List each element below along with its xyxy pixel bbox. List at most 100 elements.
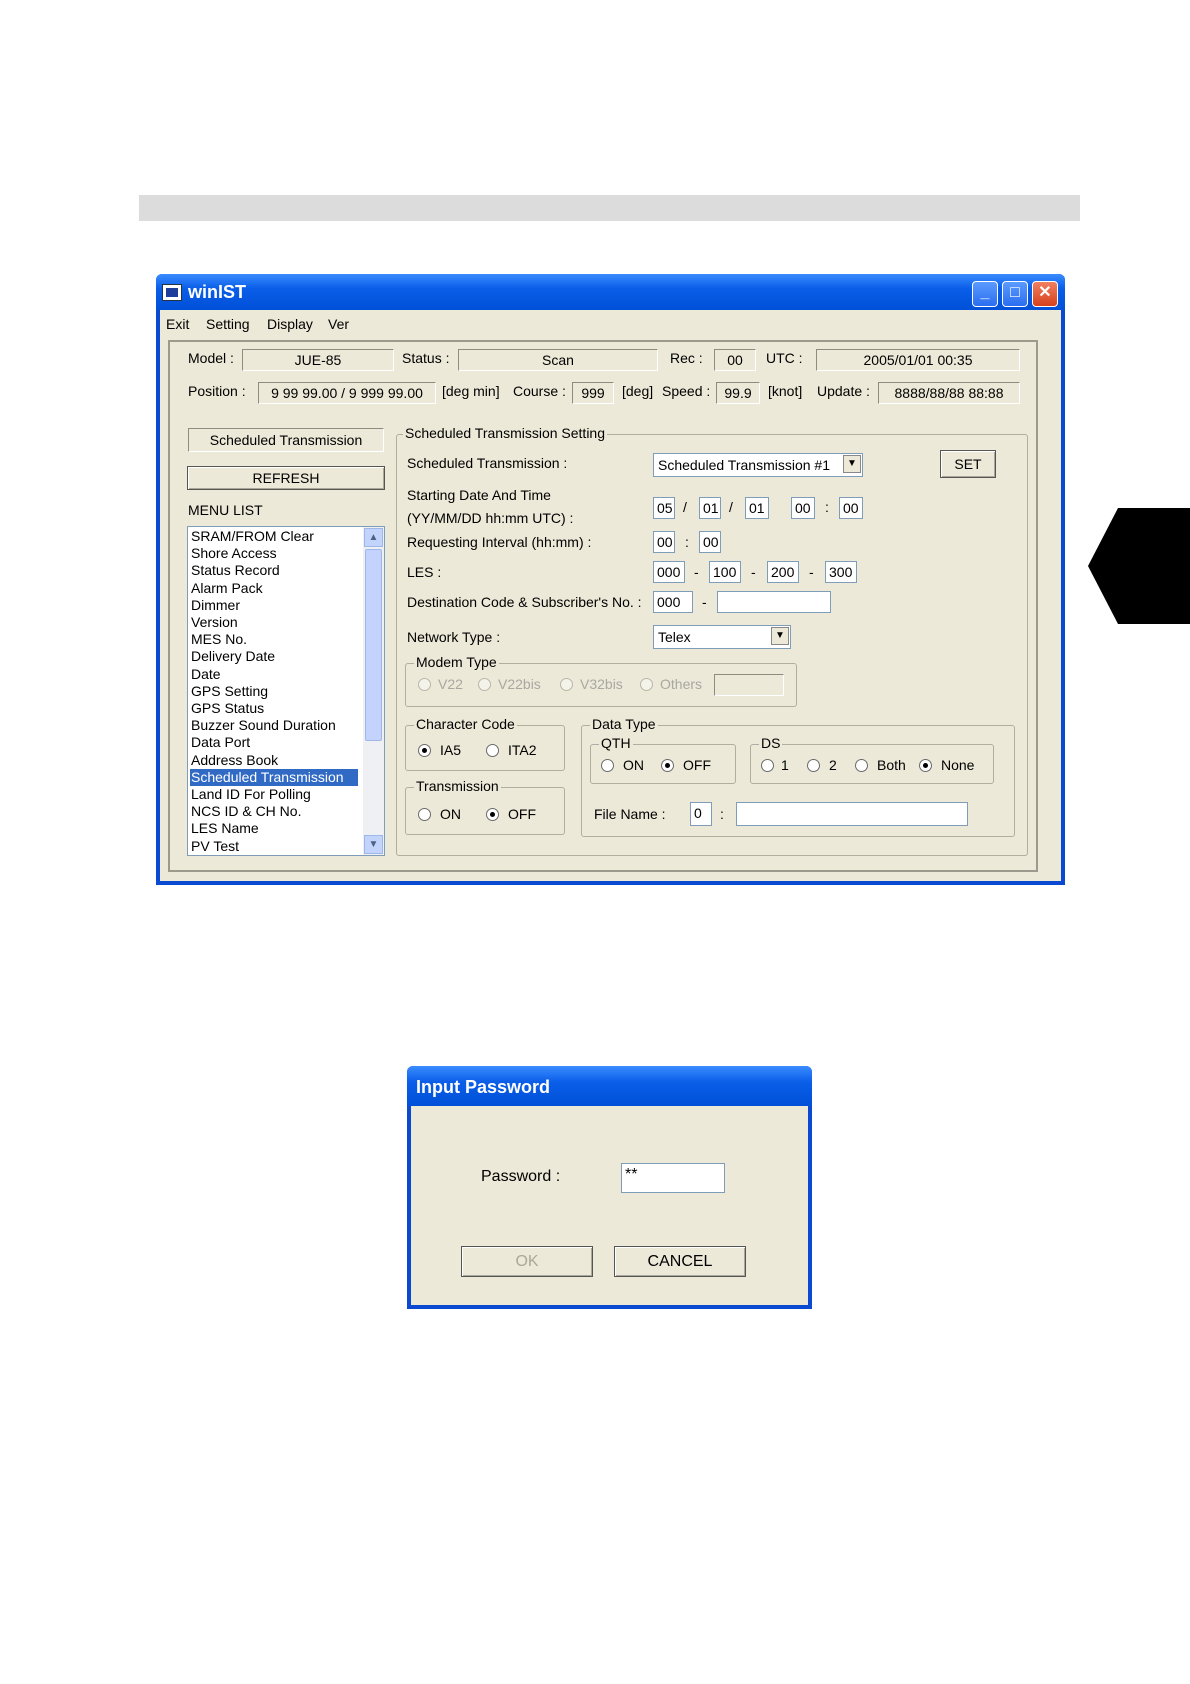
- cancel-button[interactable]: CANCEL: [614, 1246, 746, 1277]
- list-item[interactable]: Alarm Pack: [191, 580, 263, 597]
- list-item[interactable]: Delivery Date: [191, 648, 275, 665]
- list-item[interactable]: Data Port: [191, 734, 250, 751]
- modem-others-input[interactable]: [714, 674, 784, 696]
- menu-setting[interactable]: Setting: [206, 316, 250, 332]
- menu-exit[interactable]: Exit: [166, 316, 189, 332]
- network-select[interactable]: Telex ▼: [653, 625, 791, 649]
- ds-2-radio[interactable]: [807, 759, 820, 772]
- password-dialog: Input Password Password : ** OK CANCEL: [407, 1066, 812, 1309]
- char-ia5-radio[interactable]: [418, 744, 431, 757]
- rec-field: 00: [714, 349, 756, 371]
- scroll-thumb[interactable]: [365, 549, 382, 741]
- chevron-down-icon[interactable]: ▼: [771, 627, 789, 645]
- schedule-settings-title: Scheduled Transmission Setting: [403, 425, 607, 441]
- list-item[interactable]: Dimmer: [191, 597, 240, 614]
- scroll-up-icon[interactable]: ▲: [364, 528, 383, 547]
- list-item[interactable]: Scheduled Transmission: [190, 768, 358, 786]
- menu-ver[interactable]: Ver: [328, 316, 349, 332]
- speed-label: Speed :: [662, 383, 711, 399]
- chevron-down-icon[interactable]: ▼: [843, 455, 861, 473]
- qth-on-radio[interactable]: [601, 759, 614, 772]
- char-code-title: Character Code: [414, 716, 517, 732]
- utc-field: 2005/01/01 00:35: [816, 349, 1020, 371]
- modem-v22bis-radio[interactable]: [478, 678, 491, 691]
- course-unit: [deg]: [622, 383, 654, 399]
- list-item[interactable]: Land ID For Polling: [191, 786, 311, 803]
- les-input-1[interactable]: 000: [653, 561, 685, 583]
- ok-button[interactable]: OK: [461, 1246, 593, 1277]
- modem-type-group: Modem Type V22 V22bis V32bis Others: [405, 654, 797, 707]
- list-item[interactable]: Date: [191, 666, 221, 683]
- start-min-input[interactable]: 00: [839, 497, 863, 519]
- list-item[interactable]: Shore Access: [191, 545, 277, 562]
- list-item[interactable]: LES Name: [191, 820, 259, 837]
- les-input-3[interactable]: 200: [767, 561, 799, 583]
- list-item[interactable]: NCS ID & CH No.: [191, 803, 301, 820]
- qth-off-radio[interactable]: [661, 759, 674, 772]
- menu-list-label: MENU LIST: [188, 502, 263, 518]
- file-name-number-input[interactable]: 0: [690, 802, 712, 826]
- ds-1-radio[interactable]: [761, 759, 774, 772]
- title-bar[interactable]: winIST _ □ ✕: [156, 274, 1065, 310]
- close-icon[interactable]: ✕: [1032, 281, 1058, 307]
- modem-v32bis-radio[interactable]: [560, 678, 573, 691]
- list-item[interactable]: PV Test: [191, 838, 239, 855]
- interval-mm-input[interactable]: 00: [699, 531, 721, 553]
- les-input-2[interactable]: 100: [709, 561, 741, 583]
- qth-title: QTH: [599, 735, 633, 751]
- transmission-on-radio[interactable]: [418, 808, 431, 821]
- winist-window: winIST _ □ ✕ Exit Setting Display Ver Mo…: [156, 274, 1065, 885]
- list-item[interactable]: GPS Setting: [191, 683, 268, 700]
- section-tab-marker: [1088, 508, 1190, 624]
- list-item[interactable]: GPS Status: [191, 700, 264, 717]
- transmission-off-radio[interactable]: [486, 808, 499, 821]
- date-sep-1: /: [683, 499, 687, 515]
- scroll-down-icon[interactable]: ▼: [364, 835, 383, 854]
- rec-label: Rec :: [670, 350, 703, 366]
- list-item[interactable]: Status Record: [191, 562, 280, 579]
- char-ita2-radio[interactable]: [486, 744, 499, 757]
- menu-listbox[interactable]: SRAM/FROM Clear Shore Access Status Record…: [187, 526, 385, 856]
- modem-others-radio[interactable]: [640, 678, 653, 691]
- page-header-bar: [139, 195, 1080, 221]
- dialog-title-bar[interactable]: Input Password: [407, 1066, 812, 1106]
- password-input[interactable]: **: [621, 1163, 725, 1193]
- les-label: LES :: [407, 564, 442, 580]
- dialog-client-area: Password : ** OK CANCEL: [411, 1106, 808, 1305]
- qth-off-label: OFF: [683, 757, 711, 773]
- ds-none-radio[interactable]: [919, 759, 932, 772]
- menu-list-scrollbar[interactable]: ▲ ▼: [363, 527, 384, 855]
- set-button[interactable]: SET: [940, 450, 996, 478]
- start-mm-input[interactable]: 01: [699, 497, 721, 519]
- file-name-label: File Name :: [594, 806, 666, 822]
- start-yy-input[interactable]: 05: [653, 497, 675, 519]
- transmission-on-label: ON: [440, 806, 461, 822]
- file-name-input[interactable]: [736, 802, 968, 826]
- transmission-title: Transmission: [414, 778, 501, 794]
- ds-both-radio[interactable]: [855, 759, 868, 772]
- dest-code-input[interactable]: 000: [653, 591, 693, 613]
- dialog-title: Input Password: [416, 1077, 551, 1097]
- list-item[interactable]: Version: [191, 614, 238, 631]
- list-item[interactable]: MES No.: [191, 631, 247, 648]
- interval-hh-input[interactable]: 00: [653, 531, 675, 553]
- start-hh-input[interactable]: 00: [791, 497, 815, 519]
- start-dd-input[interactable]: 01: [745, 497, 769, 519]
- menu-display[interactable]: Display: [267, 316, 313, 332]
- list-item[interactable]: Address Book: [191, 752, 278, 769]
- interval-label: Requesting Interval (hh:mm) :: [407, 534, 592, 550]
- refresh-button[interactable]: REFRESH: [187, 466, 385, 490]
- data-type-group: Data Type QTH ON OFF DS 1 2 Both None Fi…: [581, 716, 1015, 837]
- sched-select[interactable]: Scheduled Transmission #1 ▼: [653, 453, 863, 477]
- maximize-icon[interactable]: □: [1002, 281, 1028, 307]
- list-item[interactable]: Buzzer Sound Duration: [191, 717, 336, 734]
- app-icon: [162, 284, 182, 301]
- update-field: 8888/88/88 88:88: [878, 382, 1020, 404]
- current-mode-field: Scheduled Transmission: [188, 428, 384, 452]
- minimize-icon[interactable]: _: [972, 281, 998, 307]
- modem-v22-radio[interactable]: [418, 678, 431, 691]
- subscriber-input[interactable]: [717, 591, 831, 613]
- modem-v22bis-label: V22bis: [498, 676, 541, 692]
- list-item[interactable]: SRAM/FROM Clear: [191, 528, 314, 545]
- les-input-4[interactable]: 300: [825, 561, 857, 583]
